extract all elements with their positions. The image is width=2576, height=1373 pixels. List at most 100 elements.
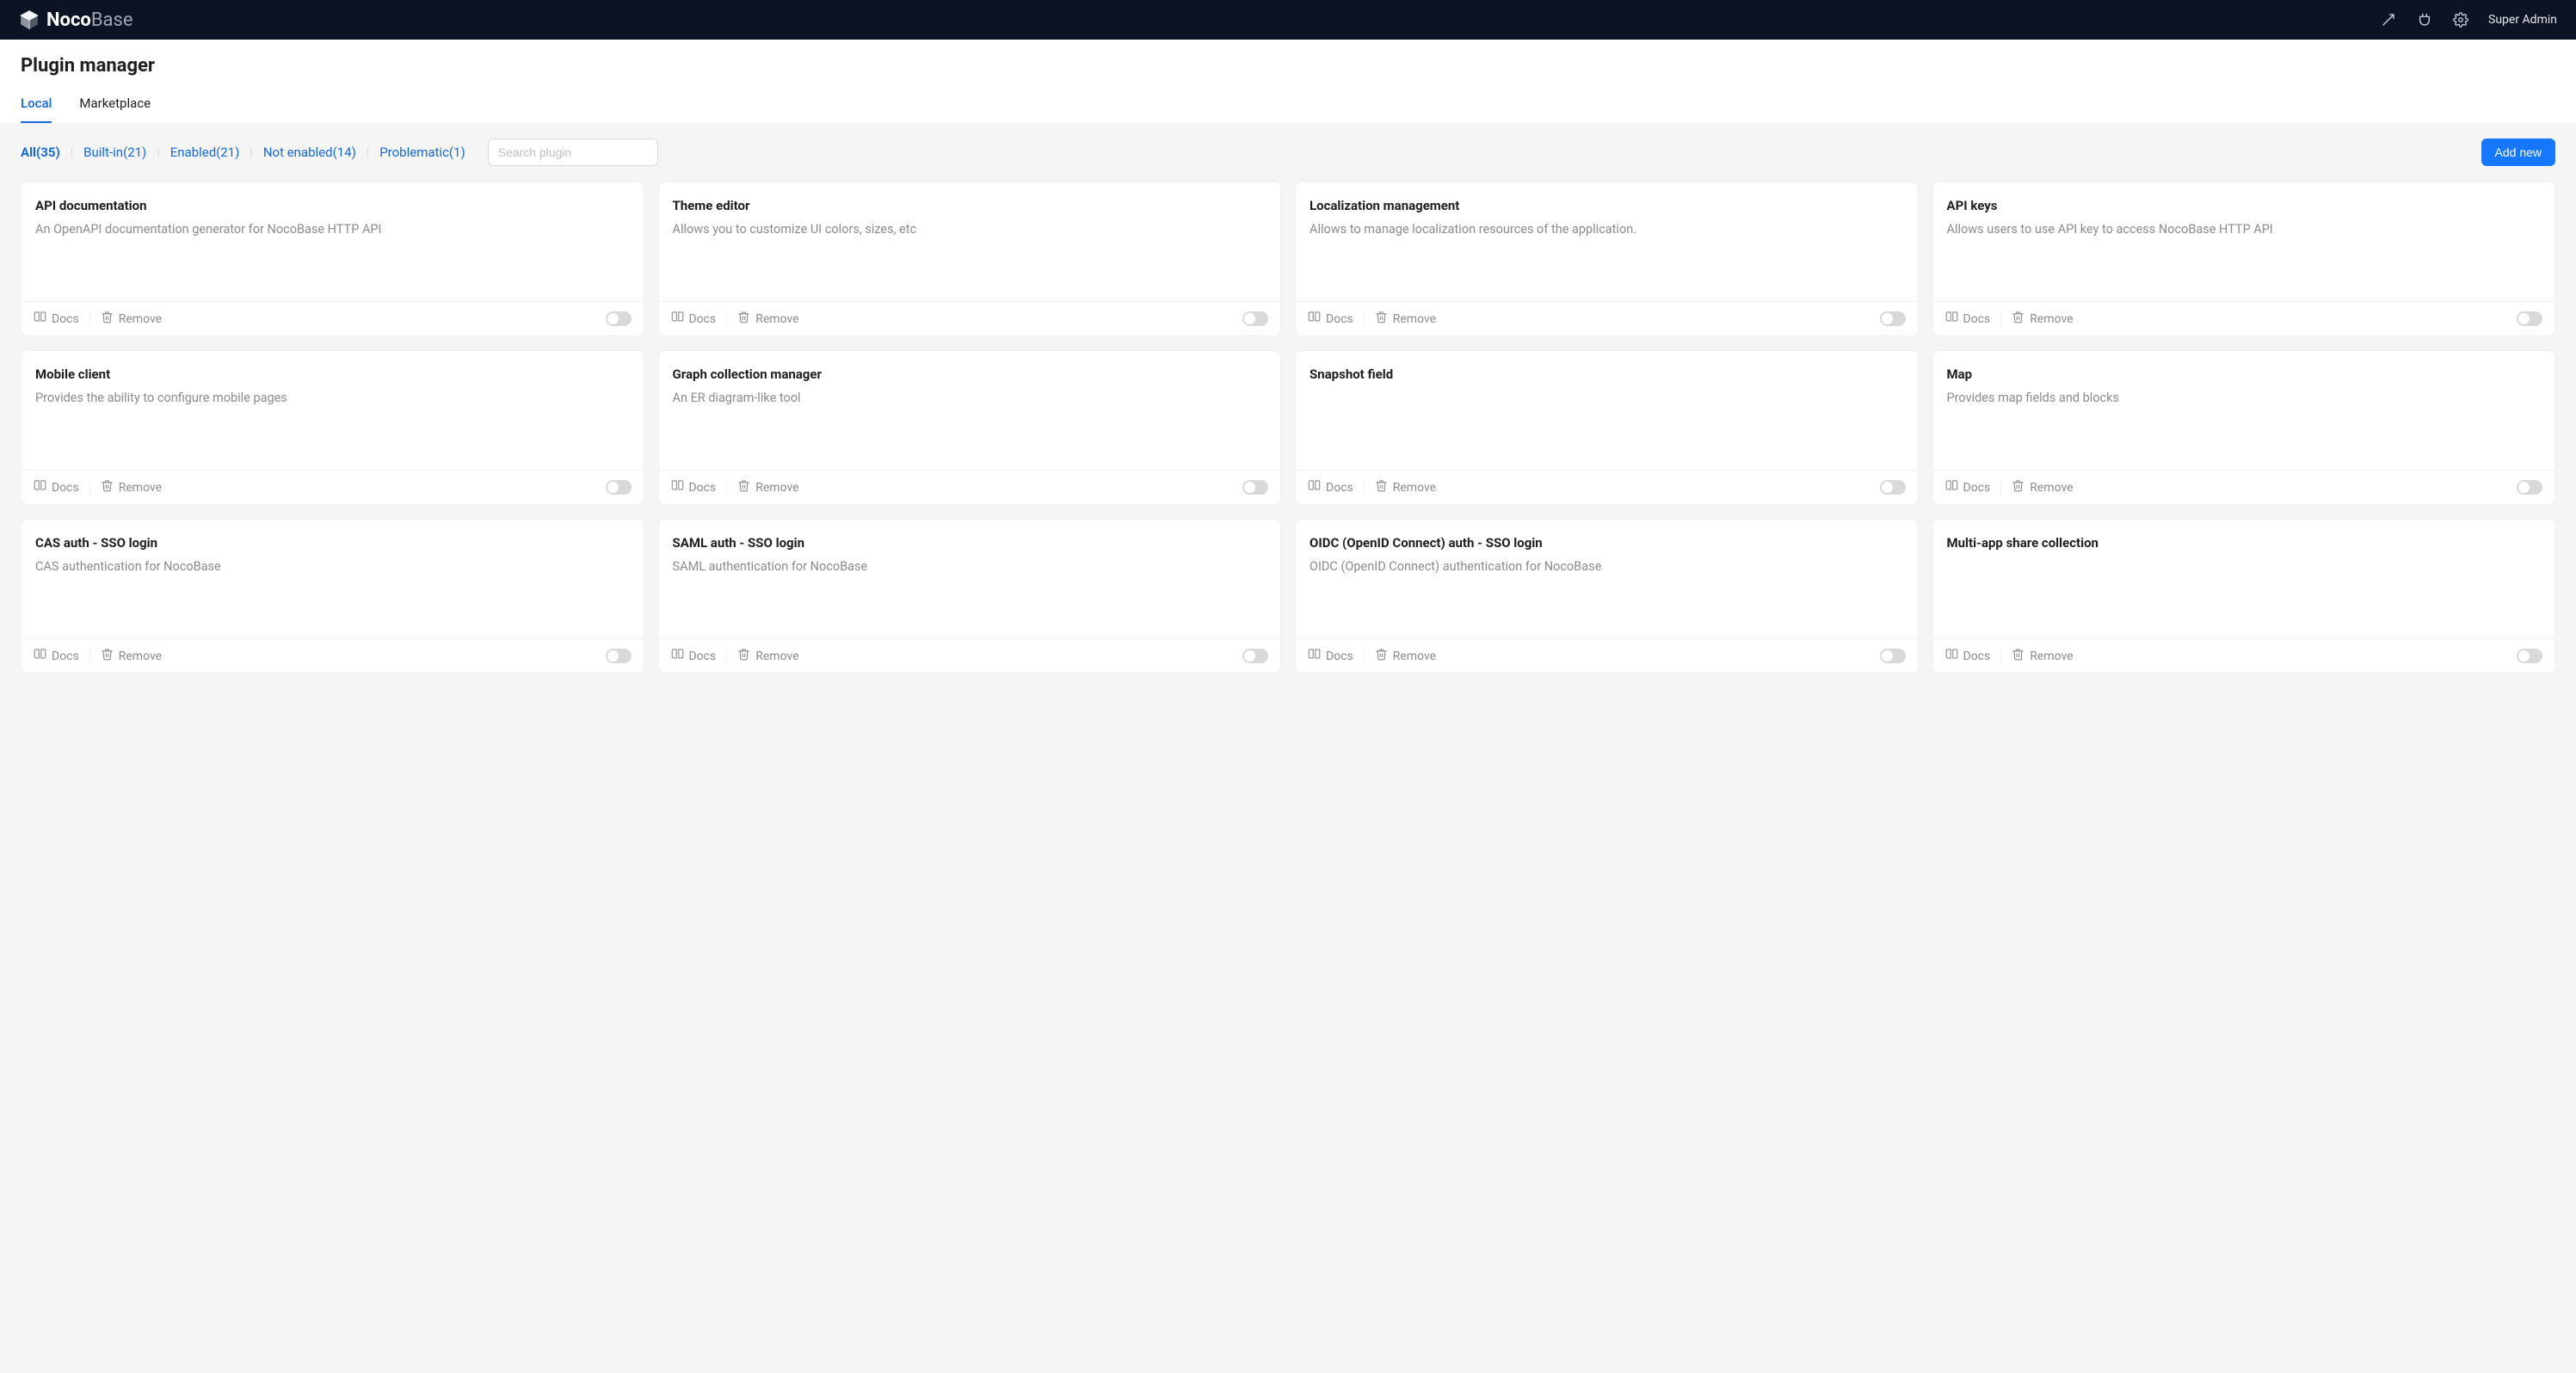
trash-icon (2012, 311, 2024, 327)
remove-button[interactable]: Remove (737, 648, 798, 664)
enable-toggle[interactable] (606, 311, 632, 326)
trash-icon (2012, 648, 2024, 664)
filter-link[interactable]: Not enabled(14) (253, 146, 367, 159)
enable-toggle[interactable] (1242, 311, 1268, 326)
book-icon (34, 648, 46, 664)
plugin-description: Allows users to use API key to access No… (1947, 220, 2542, 239)
plugin-title: Graph collection manager (673, 366, 1267, 382)
plugin-title: OIDC (OpenID Connect) auth - SSO login (1310, 535, 1904, 551)
trash-icon (101, 479, 114, 496)
plugin-title: API keys (1947, 198, 2542, 213)
page-header: Plugin manager LocalMarketplace (0, 40, 2576, 123)
enable-toggle[interactable] (2517, 649, 2542, 663)
plugin-card: API documentation An OpenAPI documentatio… (21, 182, 644, 336)
design-mode-icon[interactable] (2380, 11, 2397, 28)
trash-icon (101, 311, 114, 327)
book-icon (34, 479, 46, 496)
enable-toggle[interactable] (1880, 649, 1906, 663)
docs-button[interactable]: Docs (1308, 479, 1353, 496)
docs-button[interactable]: Docs (671, 479, 717, 496)
remove-button[interactable]: Remove (2012, 479, 2073, 496)
tab-local[interactable]: Local (21, 95, 52, 123)
plugin-title: Mobile client (35, 366, 630, 382)
plugin-card: Localization management Allows to manage … (1295, 182, 1919, 336)
enable-toggle[interactable] (2517, 311, 2542, 326)
plugin-grid: API documentation An OpenAPI documentatio… (0, 182, 2576, 694)
docs-button[interactable]: Docs (34, 311, 79, 327)
docs-button[interactable]: Docs (1308, 311, 1353, 327)
book-icon (671, 648, 684, 664)
plugin-card: Theme editor Allows you to customize UI c… (658, 182, 1282, 336)
remove-button[interactable]: Remove (1375, 311, 1436, 327)
enable-toggle[interactable] (606, 649, 632, 663)
filter-link[interactable]: All(35) (21, 146, 71, 159)
docs-button[interactable]: Docs (34, 479, 79, 496)
tab-marketplace[interactable]: Marketplace (79, 95, 151, 123)
trash-icon (1375, 648, 1388, 664)
plugin-title: API documentation (35, 198, 630, 213)
plugin-description: OIDC (OpenID Connect) authentication for… (1310, 557, 1904, 576)
plugin-description: Allows to manage localization resources … (1310, 220, 1904, 239)
plugin-description: SAML authentication for NocoBase (673, 557, 1267, 576)
plugin-icon[interactable] (2416, 11, 2433, 28)
toolbar: All(35)|Built-in(21)|Enabled(21)|Not ena… (0, 123, 2576, 182)
plugin-title: Theme editor (673, 198, 1267, 213)
search-input[interactable] (488, 139, 658, 166)
enable-toggle[interactable] (1242, 480, 1268, 495)
book-icon (1945, 648, 1958, 664)
add-new-button[interactable]: Add new (2481, 139, 2555, 166)
plugin-description: Provides map fields and blocks (1947, 389, 2542, 408)
docs-button[interactable]: Docs (34, 648, 79, 664)
book-icon (1945, 479, 1958, 496)
enable-toggle[interactable] (1880, 480, 1906, 495)
filter-link[interactable]: Built-in(21) (73, 146, 157, 159)
topbar: NocoBase Super Admin (0, 0, 2576, 40)
enable-toggle[interactable] (1242, 649, 1268, 663)
plugin-card: SAML auth - SSO loginSAML authentication… (658, 519, 1282, 674)
book-icon (34, 311, 46, 327)
plugin-title: Map (1947, 366, 2542, 382)
docs-button[interactable]: Docs (671, 311, 717, 327)
trash-icon (1375, 479, 1388, 496)
search-box (488, 139, 658, 166)
plugin-title: Localization management (1310, 198, 1904, 213)
plugin-card: Graph collection managerAn ER diagram-li… (658, 350, 1282, 505)
book-icon (1308, 648, 1321, 664)
plugin-card: OIDC (OpenID Connect) auth - SSO login OI… (1295, 519, 1919, 674)
remove-button[interactable]: Remove (737, 311, 798, 327)
enable-toggle[interactable] (606, 480, 632, 495)
plugin-card: Multi-app share collectionDocsRemove (1932, 519, 2556, 674)
plugin-description: Allows you to customize UI colors, sizes… (673, 220, 1267, 239)
current-user[interactable]: Super Admin (2488, 13, 2557, 27)
enable-toggle[interactable] (2517, 480, 2542, 495)
trash-icon (737, 648, 750, 664)
plugin-card: Snapshot fieldDocsRemove (1295, 350, 1919, 505)
remove-button[interactable]: Remove (101, 648, 162, 664)
docs-button[interactable]: Docs (1308, 648, 1353, 664)
docs-button[interactable]: Docs (1945, 479, 1991, 496)
trash-icon (737, 479, 750, 496)
plugin-title: CAS auth - SSO login (35, 535, 630, 551)
filter-group: All(35)|Built-in(21)|Enabled(21)|Not ena… (21, 145, 476, 159)
enable-toggle[interactable] (1880, 311, 1906, 326)
filter-link[interactable]: Problematic(1) (369, 146, 476, 159)
docs-button[interactable]: Docs (1945, 311, 1991, 327)
remove-button[interactable]: Remove (737, 479, 798, 496)
trash-icon (101, 648, 114, 664)
docs-button[interactable]: Docs (1945, 648, 1991, 664)
filter-link[interactable]: Enabled(21) (160, 146, 250, 159)
remove-button[interactable]: Remove (1375, 479, 1436, 496)
topbar-actions: Super Admin (2380, 11, 2557, 28)
brand-cube-icon (19, 9, 40, 30)
plugin-card: Map Provides map fields and blocks Docs Rem… (1932, 350, 2556, 505)
brand-logo-block[interactable]: NocoBase (19, 9, 133, 31)
remove-button[interactable]: Remove (1375, 648, 1436, 664)
docs-button[interactable]: Docs (671, 648, 717, 664)
remove-button[interactable]: Remove (101, 311, 162, 327)
plugin-description: An OpenAPI documentation generator for N… (35, 220, 630, 239)
remove-button[interactable]: Remove (2012, 311, 2073, 327)
remove-button[interactable]: Remove (101, 479, 162, 496)
gear-icon[interactable] (2452, 11, 2469, 28)
remove-button[interactable]: Remove (2012, 648, 2073, 664)
trash-icon (737, 311, 750, 327)
